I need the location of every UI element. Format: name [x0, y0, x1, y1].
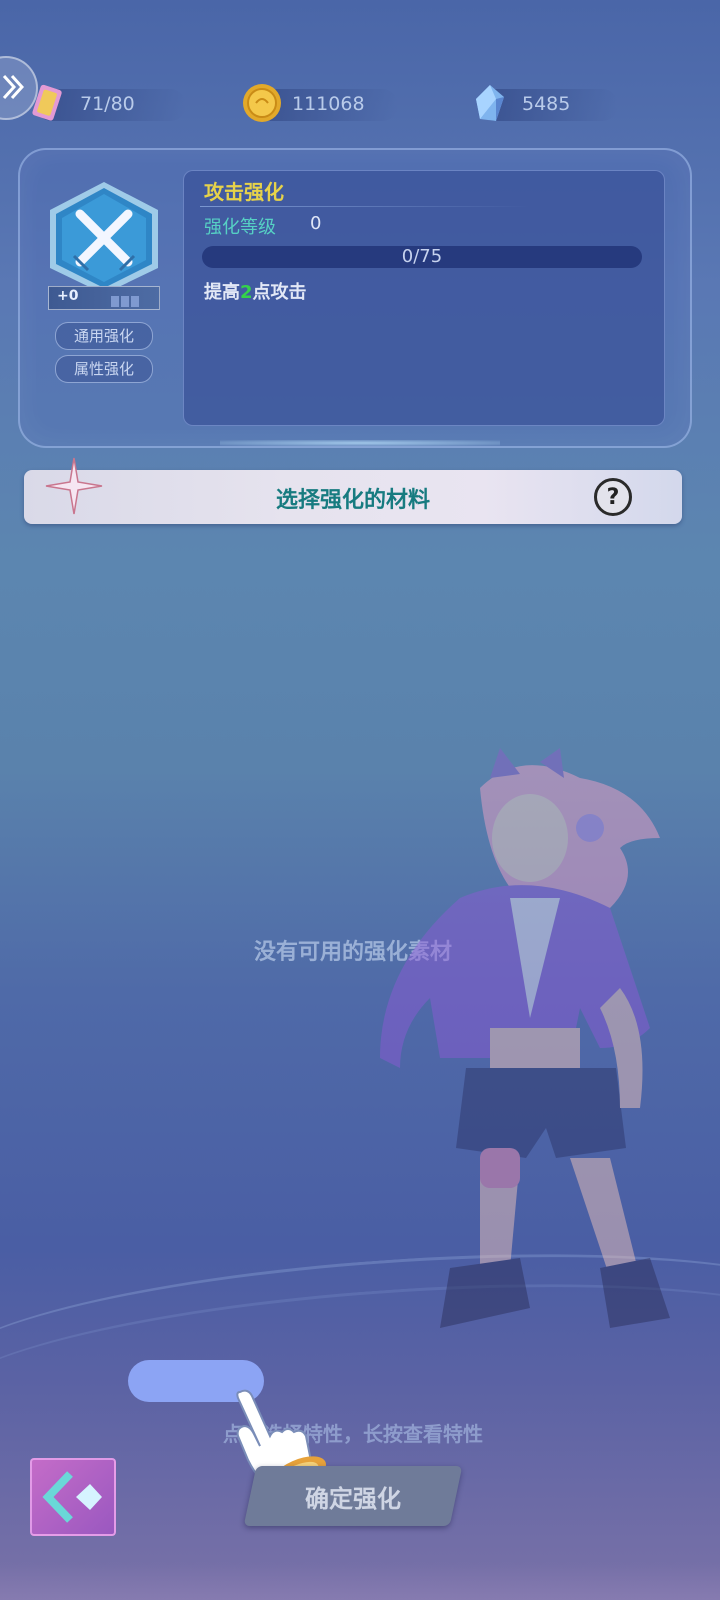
character-illustration: [380, 748, 670, 1328]
level-pips: [111, 292, 141, 311]
gold-coin-icon: [243, 84, 281, 122]
back-button[interactable]: [30, 1458, 116, 1536]
confirm-upgrade-label: 确定强化: [305, 1485, 401, 1513]
effect-number: 2: [240, 282, 253, 303]
effect-suffix: 点攻击: [252, 282, 307, 303]
coin-counter: 111068: [243, 84, 398, 122]
back-arrow-icon: [42, 1471, 102, 1523]
crystal-value: 5485: [522, 93, 571, 115]
upgrade-level-value: 0: [310, 213, 322, 234]
badge-level-text: +0: [57, 288, 79, 304]
stamina-counter: 71/80: [32, 84, 186, 121]
upgrade-level-badge: +0: [48, 286, 160, 310]
crystal-counter: 5485: [476, 85, 618, 121]
panel-glow: [220, 440, 500, 446]
title-divider: [200, 206, 530, 207]
crystal-gem-icon: [476, 85, 504, 121]
upgrade-level-label: 强化等级: [204, 217, 276, 238]
effect-prefix: 提高: [204, 282, 240, 303]
progress-text: 0/75: [401, 246, 443, 267]
double-chevron-icon: [2, 74, 24, 100]
upgrade-effect-text: 提高2点攻击: [204, 278, 307, 304]
coin-value: 111068: [292, 93, 365, 115]
upgrade-title: 攻击强化: [204, 180, 284, 204]
tab-attribute-upgrade[interactable]: 属性强化: [55, 355, 153, 383]
help-button[interactable]: ?: [594, 478, 632, 516]
bottom-gradient: [0, 1564, 720, 1600]
tab-general-upgrade[interactable]: 通用强化: [55, 322, 153, 350]
upgrade-progress-bar: 0/75: [202, 246, 642, 268]
stamina-value: 71/80: [80, 93, 135, 115]
stamina-card-icon: [32, 84, 62, 121]
trait-hint-text: 点击选择特性，长按查看特性: [223, 1422, 483, 1446]
crossed-swords-icon: [50, 182, 158, 294]
